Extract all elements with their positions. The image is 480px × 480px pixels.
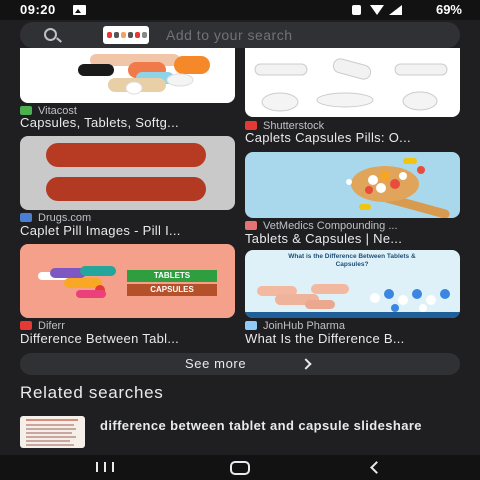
pills-illustration [78,54,210,95]
gallery-notification-icon [73,5,86,15]
red-caplets-illustration [46,143,206,201]
recent-apps-icon[interactable] [96,462,116,472]
status-bar: 09:20 69% [0,0,480,20]
see-more-button[interactable]: See more [20,353,460,375]
search-placeholder[interactable]: Add to your search [166,27,293,43]
result-image-diferr[interactable]: TABLETS CAPSULES [20,244,235,318]
signal-icon [389,5,402,15]
result-caption[interactable]: Capsules, Tablets, Softg... [20,115,179,130]
vitacost-favicon [20,106,32,115]
tablets-label: TABLETS [127,270,217,282]
result-caption[interactable]: Tablets & Capsules | Ne... [245,231,402,246]
home-icon[interactable] [230,461,250,475]
search-image-thumbnail[interactable] [103,26,149,44]
tablets-vs-capsules-illustration [245,284,460,318]
wifi-icon [370,5,384,15]
status-time: 09:20 [20,2,56,17]
result-caption[interactable]: What Is the Difference B... [245,331,405,346]
search-icon[interactable] [44,28,57,41]
search-bar[interactable]: Add to your search [20,22,460,48]
spoon-pills-illustration [346,158,450,218]
chevron-right-icon [300,358,312,370]
result-image-shutterstock[interactable] [245,48,460,117]
joinhub-favicon [245,321,257,330]
capsules-label: CAPSULES [127,284,217,296]
back-icon[interactable] [370,461,383,474]
navigation-bar [0,455,480,480]
caplets-illustration [254,58,448,112]
shutterstock-favicon [245,121,257,130]
result-caption[interactable]: Difference Between Tabl... [20,331,179,346]
see-more-label: See more [185,356,247,371]
drugs-com-favicon [20,213,32,222]
result-image-joinhub[interactable]: What is the Difference Between Tablets &… [245,250,460,318]
result-caption[interactable]: Caplets Capsules Pills: O... [245,130,411,145]
related-search-thumbnail[interactable] [20,416,85,448]
alarm-icon [352,5,361,15]
result-image-vitacost[interactable] [20,48,235,103]
diferr-favicon [20,321,32,330]
vetmedics-favicon [245,221,257,230]
related-searches-heading: Related searches [20,383,164,402]
result-image-vetmedics[interactable] [245,152,460,218]
related-search-item[interactable]: difference between tablet and capsule sl… [100,418,470,433]
result-image-drugs-com[interactable] [20,136,235,210]
battery-percent: 69% [435,2,462,17]
result-caption[interactable]: Caplet Pill Images - Pill I... [20,223,181,238]
